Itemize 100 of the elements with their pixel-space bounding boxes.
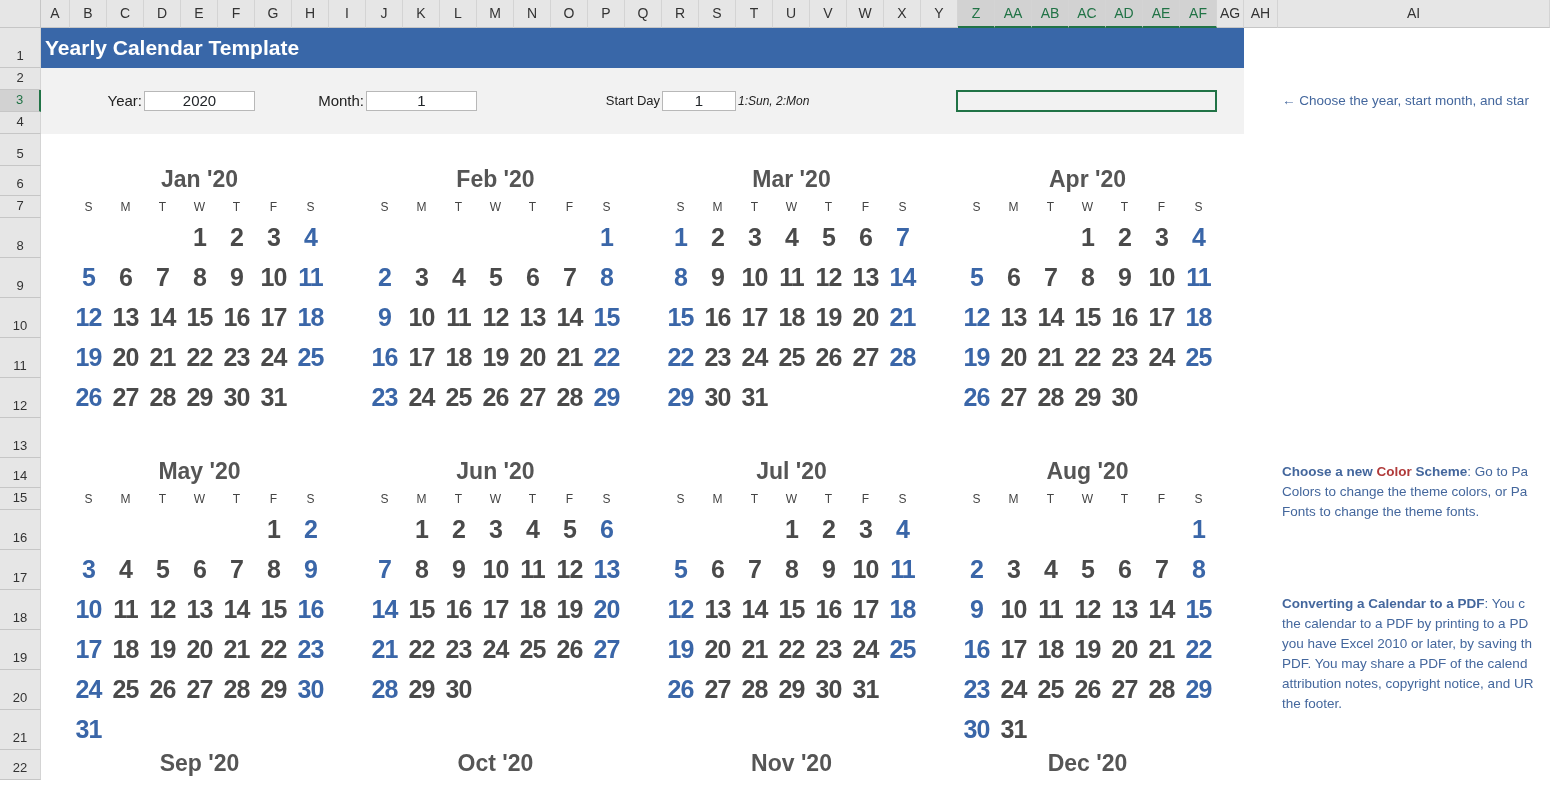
row-header[interactable]: 8 [0, 218, 41, 258]
weekday-label: M [119, 491, 132, 508]
day-number: 30 [703, 382, 732, 414]
day-number: 18 [296, 302, 325, 334]
day-number: 12 [814, 262, 843, 294]
day-number: 24 [1147, 342, 1176, 374]
day-number: 8 [1191, 554, 1206, 586]
day-number: 9 [229, 262, 244, 294]
column-header[interactable]: AA [995, 0, 1032, 28]
day-number: 9 [1117, 262, 1132, 294]
day-number: 23 [703, 342, 732, 374]
day-number: 5 [155, 554, 170, 586]
day-number: 20 [999, 342, 1028, 374]
day-number: 28 [1147, 674, 1176, 706]
column-header[interactable]: AB [1032, 0, 1069, 28]
row-header[interactable]: 3 [0, 90, 41, 112]
day-number: 27 [703, 674, 732, 706]
day-number: 24 [851, 634, 880, 666]
day-number: 12 [666, 594, 695, 626]
column-header[interactable]: Q [625, 0, 662, 28]
weekday-label: T [157, 491, 168, 508]
day-number: 6 [118, 262, 133, 294]
column-header[interactable]: Z [958, 0, 995, 28]
row-header[interactable]: 5 [0, 134, 41, 166]
day-number: 2 [1117, 222, 1132, 254]
column-header[interactable]: S [699, 0, 736, 28]
column-header[interactable]: H [292, 0, 329, 28]
day-number: 20 [592, 594, 621, 626]
row-header[interactable]: 1 [0, 28, 41, 68]
column-header[interactable]: M [477, 0, 514, 28]
day-number: 27 [518, 382, 547, 414]
column-header[interactable]: AH [1244, 0, 1278, 28]
row-header[interactable]: 14 [0, 458, 41, 488]
day-number: 15 [259, 594, 288, 626]
input-field[interactable]: 1 [366, 91, 477, 111]
input-field[interactable]: 1 [662, 91, 736, 111]
column-header[interactable]: T [736, 0, 773, 28]
column-header[interactable]: W [847, 0, 884, 28]
row-header[interactable]: 2 [0, 68, 41, 90]
column-header[interactable]: F [218, 0, 255, 28]
title-bar: Yearly Calendar Template [41, 28, 1244, 68]
column-header[interactable]: D [144, 0, 181, 28]
day-number: 24 [481, 634, 510, 666]
day-number: 13 [1110, 594, 1139, 626]
day-number: 30 [1110, 382, 1139, 414]
column-header[interactable]: AF [1180, 0, 1217, 28]
day-number: 1 [1191, 514, 1207, 546]
row-header[interactable]: 15 [0, 488, 41, 510]
input-field[interactable]: 2020 [144, 91, 255, 111]
row-header[interactable]: 10 [0, 298, 41, 338]
day-number: 3 [1006, 554, 1021, 586]
row-header[interactable]: 9 [0, 258, 41, 298]
row-header[interactable]: 17 [0, 550, 41, 590]
day-number: 19 [481, 342, 510, 374]
column-header[interactable]: V [810, 0, 847, 28]
column-header[interactable]: O [551, 0, 588, 28]
day-number: 26 [148, 674, 177, 706]
row-header[interactable]: 19 [0, 630, 41, 670]
weekday-label: S [1193, 199, 1204, 216]
row-header[interactable]: 7 [0, 196, 41, 218]
row-header[interactable]: 11 [0, 338, 41, 378]
column-header[interactable]: U [773, 0, 810, 28]
weekday-label: M [119, 199, 132, 216]
column-header[interactable]: E [181, 0, 218, 28]
weekday-label: T [1045, 199, 1056, 216]
column-header[interactable]: AG [1217, 0, 1244, 28]
column-header[interactable]: AD [1106, 0, 1143, 28]
column-header[interactable]: AE [1143, 0, 1180, 28]
column-header[interactable]: I [329, 0, 366, 28]
day-number: 30 [444, 674, 473, 706]
row-header[interactable]: 12 [0, 378, 41, 418]
column-header[interactable]: B [70, 0, 107, 28]
row-header[interactable]: 21 [0, 710, 41, 750]
column-header[interactable]: X [884, 0, 921, 28]
row-header[interactable]: 16 [0, 510, 41, 550]
column-header[interactable]: K [403, 0, 440, 28]
row-header[interactable]: 18 [0, 590, 41, 630]
row-header[interactable]: 22 [0, 750, 41, 780]
field-label: Start Day [604, 92, 661, 111]
column-header[interactable]: AI [1278, 0, 1550, 28]
column-header[interactable]: C [107, 0, 144, 28]
day-number: 10 [999, 594, 1028, 626]
row-header[interactable]: 20 [0, 670, 41, 710]
column-header[interactable]: J [366, 0, 403, 28]
row-header[interactable]: 4 [0, 112, 41, 134]
column-header[interactable]: AC [1069, 0, 1106, 28]
selected-cell[interactable] [956, 90, 1217, 112]
day-number: 25 [1184, 342, 1213, 374]
column-header[interactable]: P [588, 0, 625, 28]
column-header[interactable]: L [440, 0, 477, 28]
day-number: 14 [1147, 594, 1176, 626]
column-header[interactable]: G [255, 0, 292, 28]
row-header[interactable]: 13 [0, 418, 41, 458]
column-header[interactable]: A [41, 0, 70, 28]
column-header[interactable]: N [514, 0, 551, 28]
month-title: Nov '20 [750, 750, 833, 778]
column-header[interactable]: Y [921, 0, 958, 28]
column-header[interactable]: R [662, 0, 699, 28]
day-number: 3 [81, 554, 96, 586]
row-header[interactable]: 6 [0, 166, 41, 196]
